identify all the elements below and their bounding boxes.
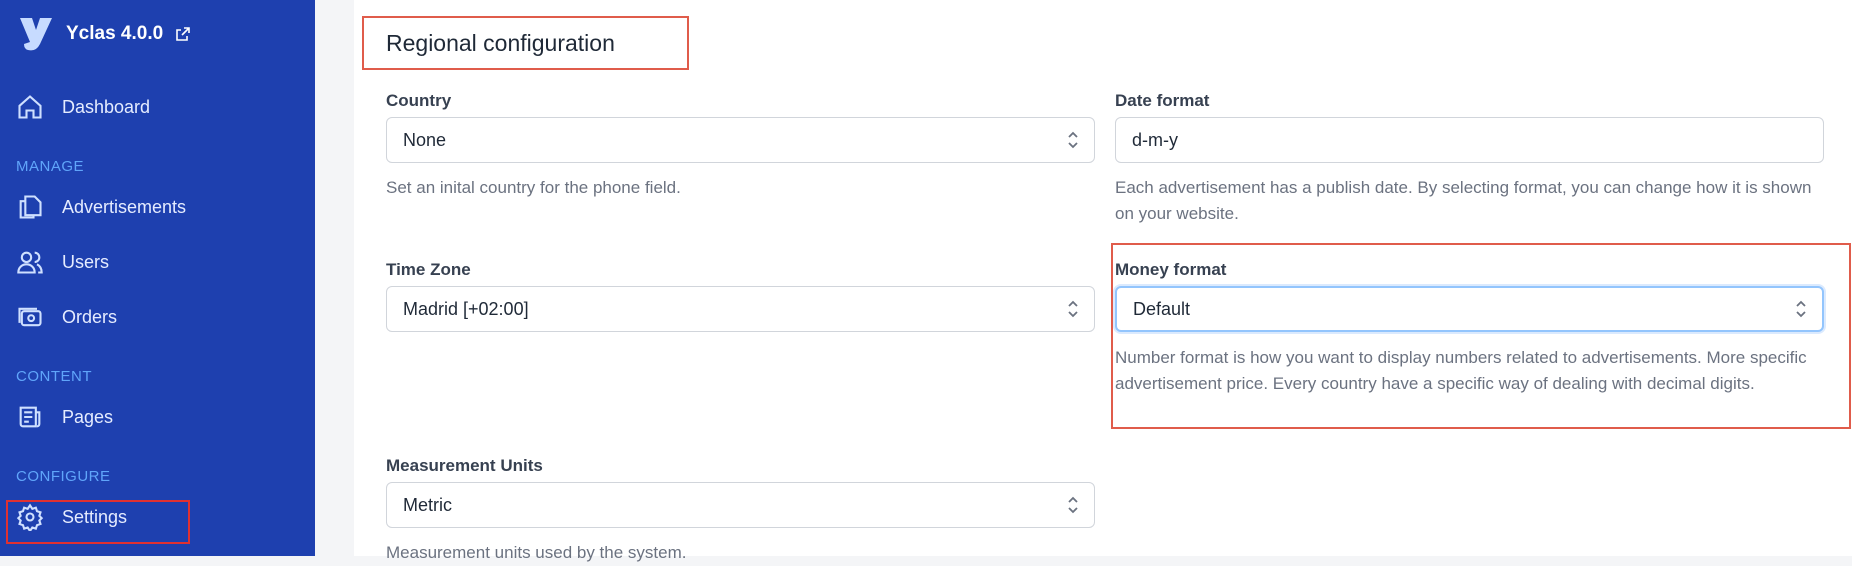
sidebar-item-pages[interactable]: Pages [16,401,113,433]
measurement-units-help: Measurement units used by the system. [386,543,687,562]
home-icon [18,95,42,119]
sidebar-item-users[interactable]: Users [16,246,109,278]
date-format-label: Date format [1115,91,1210,110]
section-label-manage: MANAGE [16,158,85,175]
main-content: Regional configuration Country None Set … [354,0,1852,562]
time-zone-label: Time Zone [386,260,471,279]
sidebar-item-dashboard[interactable]: Dashboard [16,91,150,123]
sidebar-item-label: Users [62,251,110,272]
yclas-logo-icon [20,18,52,51]
date-format-input[interactable]: d-m-y [1115,117,1824,163]
sidebar-item-label: Dashboard [62,96,151,117]
country-select[interactable]: None [386,117,1095,163]
measurement-units-label: Measurement Units [386,456,543,475]
money-format-label: Money format [1115,260,1227,279]
newspaper-icon [19,406,41,428]
chevron-up-down-icon [1796,300,1806,318]
time-zone-value: Madrid [+02:00] [403,298,529,319]
documents-icon [19,195,42,219]
brand-name: Yclas 4.0.0 [66,23,164,44]
users-icon [17,251,43,274]
date-format-value: d-m-y [1132,129,1178,150]
money-format-select[interactable]: Default [1115,286,1824,332]
sidebar-item-label: Orders [62,306,118,327]
sidebar-item-label: Pages [62,406,114,427]
country-label: Country [386,91,452,110]
page-title: Regional configuration [362,16,689,70]
sidebar: Yclas 4.0.0 Dashboard MANAGE Advertiseme… [0,0,315,556]
measurement-units-value: Metric [403,494,452,515]
settings-highlight [6,500,190,544]
section-label-content: CONTENT [16,368,92,385]
sidebar-item-label: Advertisements [62,196,187,217]
chevron-up-down-icon [1068,131,1078,149]
measurement-units-select[interactable]: Metric [386,482,1095,528]
cash-icon [18,307,42,327]
money-format-value: Default [1133,298,1191,319]
brand[interactable]: Yclas 4.0.0 [16,14,191,54]
chevron-up-down-icon [1068,496,1078,514]
time-zone-select[interactable]: Madrid [+02:00] [386,286,1095,332]
chevron-up-down-icon [1068,300,1078,318]
sidebar-item-advertisements[interactable]: Advertisements [16,191,186,223]
date-format-help: Each advertisement has a publish date. B… [1115,178,1812,223]
country-value: None [403,129,447,150]
external-link-icon[interactable] [175,26,191,42]
money-format-help: Number format is how you want to display… [1115,348,1807,393]
section-label-configure: CONFIGURE [16,468,111,485]
country-help: Set an inital country for the phone fiel… [386,178,681,197]
sidebar-item-orders[interactable]: Orders [16,301,117,333]
